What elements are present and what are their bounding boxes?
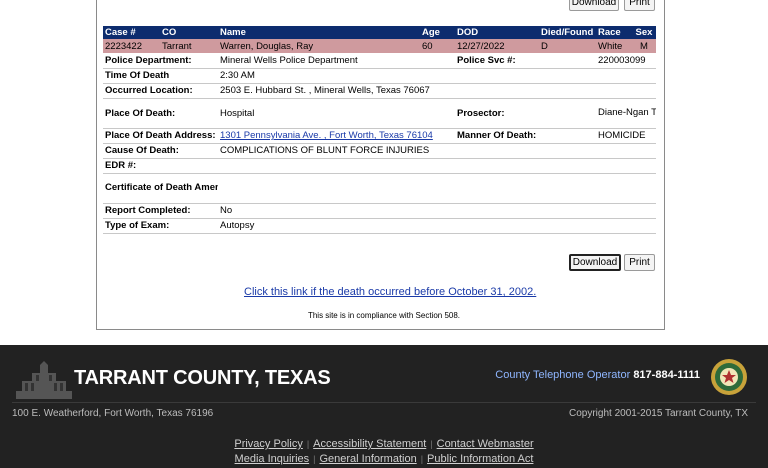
value-time-of-death: 2:30 AM xyxy=(218,68,656,84)
value-certificate-amendment xyxy=(218,173,656,204)
row-edr: EDR #: xyxy=(103,158,656,174)
label-police-svc: Police Svc #: xyxy=(455,53,596,69)
value-manner-of-death: HOMICIDE xyxy=(596,128,656,144)
value-place-of-death: Hospital xyxy=(218,98,455,129)
copyright: Copyright 2001-2015 Tarrant County, TX xyxy=(569,408,748,419)
header-name: Name xyxy=(218,26,420,39)
value-prosector: Diane-Ngan Trang, M.D. xyxy=(596,98,656,129)
value-report-completed: No xyxy=(218,203,656,219)
row-time-of-death: Time Of Death 2:30 AM xyxy=(103,68,656,84)
public-information-act-link[interactable]: Public Information Act xyxy=(427,453,533,465)
courthouse-icon xyxy=(16,361,72,399)
value-police-department: Mineral Wells Police Department xyxy=(218,53,455,69)
general-information-link[interactable]: General Information xyxy=(319,453,416,465)
label-place-of-death-address: Place Of Death Address: xyxy=(103,128,218,144)
header-died-found: Died/Found xyxy=(539,26,596,39)
record-dod: 12/27/2022 xyxy=(455,39,539,53)
record-died-found: D xyxy=(539,39,596,53)
label-edr: EDR #: xyxy=(103,158,218,174)
place-of-death-address-link[interactable]: 1301 Pennsylvania Ave. , Fort Worth, Tex… xyxy=(220,130,433,141)
label-type-of-exam: Type of Exam: xyxy=(103,218,218,234)
header-co: CO xyxy=(160,26,218,39)
record-name: Warren, Douglas, Ray xyxy=(218,39,420,53)
label-cause-of-death: Cause Of Death: xyxy=(103,143,218,159)
label-report-completed: Report Completed: xyxy=(103,203,218,219)
label-manner-of-death: Manner Of Death: xyxy=(455,128,596,144)
footer-divider xyxy=(12,402,756,403)
record-age: 60 xyxy=(420,39,455,53)
row-police-department: Police Department: Mineral Wells Police … xyxy=(103,53,656,69)
header-dod: DOD xyxy=(455,26,539,39)
pre-2002-death-link[interactable]: Click this link if the death occurred be… xyxy=(244,286,536,298)
label-prosector: Prosector: xyxy=(455,98,596,129)
footer-links-row-1: Privacy Policy | Accessibility Statement | C… xyxy=(234,438,534,450)
record-sex: M xyxy=(632,39,656,53)
county-address: 100 E. Weatherford, Fort Worth, Texas 76… xyxy=(12,408,214,419)
download-button-top[interactable]: Download xyxy=(569,0,619,11)
label-certificate-amendment: Certificate of Death Amendment: xyxy=(103,173,218,204)
phone-number: 817-884-1111 xyxy=(633,369,700,381)
row-report-completed: Report Completed: No xyxy=(103,203,656,219)
label-police-department: Police Department: xyxy=(103,53,218,69)
value-type-of-exam: Autopsy xyxy=(218,218,656,234)
row-place-of-death-address: Place Of Death Address: 1301 Pennsylvani… xyxy=(103,128,656,144)
privacy-policy-link[interactable]: Privacy Policy xyxy=(234,438,302,450)
record-case: 2223422 xyxy=(103,39,160,53)
row-cause-of-death: Cause Of Death: COMPLICATIONS OF BLUNT F… xyxy=(103,143,656,159)
value-edr xyxy=(218,158,656,174)
table-header-row: Case # CO Name Age DOD Died/Found Race S… xyxy=(103,26,656,39)
county-phone: County Telephone Operator 817-884-1111 xyxy=(495,369,700,381)
row-certificate-amendment: Certificate of Death Amendment: xyxy=(103,173,656,204)
row-type-of-exam: Type of Exam: Autopsy xyxy=(103,218,656,234)
row-occurred-location: Occurred Location: 2503 E. Hubbard St. ,… xyxy=(103,83,656,99)
print-button[interactable]: Print xyxy=(624,254,655,271)
value-police-svc: 220003099 xyxy=(596,53,656,69)
media-inquiries-link[interactable]: Media Inquiries xyxy=(235,453,310,465)
accessibility-statement-link[interactable]: Accessibility Statement xyxy=(313,438,426,450)
download-button[interactable]: Download xyxy=(569,254,621,271)
label-place-of-death: Place Of Death: xyxy=(103,98,218,129)
label-occurred-location: Occurred Location: xyxy=(103,83,218,99)
header-sex: Sex xyxy=(632,26,656,39)
header-race: Race xyxy=(596,26,632,39)
case-details-table: Case # CO Name Age DOD Died/Found Race S… xyxy=(103,26,656,234)
county-seal-icon xyxy=(711,359,747,395)
county-brand: TARRANT COUNTY, TEXAS xyxy=(74,367,331,389)
content-area: Download Print Case # CO Name Age DOD Di… xyxy=(0,0,768,345)
contact-webmaster-link[interactable]: Contact Webmaster xyxy=(437,438,534,450)
footer-links-row-2: Media Inquiries | General Information | Publ… xyxy=(234,453,534,465)
value-occurred-location: 2503 E. Hubbard St. , Mineral Wells, Tex… xyxy=(218,83,656,99)
print-button-top[interactable]: Print xyxy=(624,0,655,11)
value-cause-of-death: COMPLICATIONS OF BLUNT FORCE INJURIES xyxy=(218,143,656,159)
table-row-record: 2223422 Tarrant Warren, Douglas, Ray 60 … xyxy=(103,39,656,53)
record-co: Tarrant xyxy=(160,39,218,53)
label-time-of-death: Time Of Death xyxy=(103,68,218,84)
row-place-of-death: Place Of Death: Hospital Prosector: Dian… xyxy=(103,98,656,129)
phone-label: County Telephone Operator xyxy=(495,369,631,381)
header-case: Case # xyxy=(103,26,160,39)
header-age: Age xyxy=(420,26,455,39)
value-place-of-death-address: 1301 Pennsylvania Ave. , Fort Worth, Tex… xyxy=(218,128,455,144)
compliance-note: This site is in compliance with Section … xyxy=(307,311,461,320)
record-race: White xyxy=(596,39,632,53)
site-footer: TARRANT COUNTY, TEXAS County Telephone O… xyxy=(0,345,768,468)
